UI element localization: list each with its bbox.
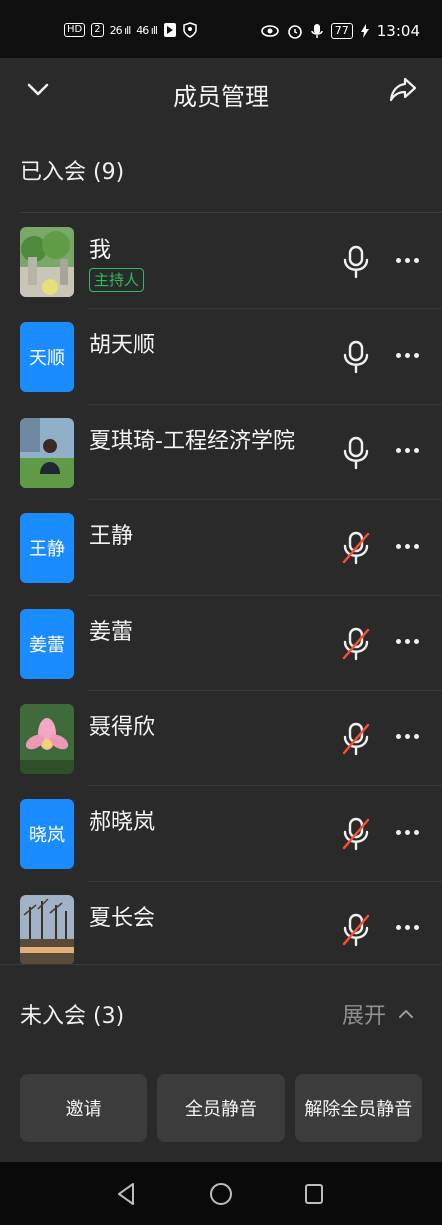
avatar	[20, 703, 74, 774]
back-triangle-icon	[118, 1183, 134, 1205]
divider	[0, 964, 442, 965]
member-list: 我 主持人 天顺 胡天顺 夏琪琦-工程经济学院 王静 王静 姜蕾 姜蕾 聂得欣 …	[0, 214, 442, 977]
member-name: 姜蕾	[89, 619, 134, 645]
more-button[interactable]	[392, 343, 422, 367]
mic-muted-icon	[342, 818, 370, 851]
member-row[interactable]: 姜蕾 姜蕾	[0, 596, 442, 691]
member-row[interactable]: 我 主持人	[0, 214, 442, 310]
chevron-up-icon	[399, 1010, 414, 1018]
clock: 13:04	[376, 22, 420, 40]
home-circle-icon	[210, 1183, 232, 1205]
mic-muted-icon	[342, 531, 370, 565]
avatar	[20, 227, 74, 297]
mic-toggle[interactable]	[341, 913, 371, 947]
member-name: 夏长会	[89, 905, 156, 931]
mic-toggle[interactable]	[341, 436, 371, 470]
mic-toggle[interactable]	[341, 817, 371, 851]
member-name: 聂得欣	[89, 714, 156, 740]
mic-toggle[interactable]	[341, 340, 371, 374]
mic-muted-icon	[342, 722, 370, 756]
not-joined-section-label: 未入会 (3)	[20, 1004, 125, 1029]
member-row[interactable]: 夏琪琦-工程经济学院	[0, 405, 442, 501]
status-left: HD 2 26 ıll 46 ıll	[64, 22, 197, 38]
more-button[interactable]	[392, 534, 422, 558]
member-row[interactable]: 天顺 胡天顺	[0, 309, 442, 405]
header: 成员管理	[0, 58, 442, 124]
recents-square-icon	[305, 1184, 323, 1204]
more-button[interactable]	[392, 630, 422, 654]
action-bar: 邀请 全员静音 解除全员静音	[20, 1074, 422, 1142]
avatar: 晓岚	[20, 799, 74, 870]
battery-indicator: 77	[330, 23, 353, 39]
avatar	[20, 894, 74, 965]
mic-icon	[343, 341, 369, 374]
avatar: 王静	[20, 513, 74, 584]
nav-back-button[interactable]	[112, 1180, 140, 1208]
member-row[interactable]: 聂得欣	[0, 691, 442, 787]
invite-button[interactable]: 邀请	[20, 1074, 148, 1142]
member-name: 我	[89, 238, 112, 263]
mic-toggle[interactable]	[341, 531, 371, 565]
more-button[interactable]	[392, 916, 422, 940]
expand-label: 展开	[342, 1004, 387, 1029]
mic-toggle[interactable]	[341, 627, 371, 661]
mic-icon	[343, 245, 369, 279]
avatar: 姜蕾	[20, 608, 74, 679]
mic-icon	[343, 436, 369, 469]
divider	[20, 212, 442, 213]
unmute-all-button[interactable]: 解除全员静音	[294, 1074, 422, 1142]
share-icon	[389, 77, 417, 102]
more-button[interactable]	[392, 439, 422, 463]
member-row[interactable]: 夏长会	[0, 882, 442, 977]
status-bar: HD 2 26 ıll 46 ıll 77 13:04	[0, 0, 442, 58]
expand-toggle[interactable]: 展开	[342, 998, 414, 1030]
member-name: 夏琪琦-工程经济学院	[89, 428, 295, 454]
status-right: 77 13:04	[260, 22, 420, 40]
mic-toggle[interactable]	[341, 245, 371, 279]
member-name: 郝晓岚	[89, 810, 156, 836]
avatar	[20, 417, 74, 488]
alarm-icon	[287, 25, 302, 39]
mic-muted-icon	[342, 913, 370, 946]
host-badge: 主持人	[89, 268, 145, 292]
member-row[interactable]: 晓岚 郝晓岚	[0, 786, 442, 882]
member-name: 王静	[89, 524, 134, 550]
more-button[interactable]	[392, 725, 422, 749]
mute-all-button[interactable]: 全员静音	[157, 1074, 285, 1142]
member-name: 胡天顺	[89, 333, 156, 359]
joined-section-label: 已入会 (9)	[20, 160, 125, 185]
nav-recents-button[interactable]	[300, 1180, 328, 1208]
share-button[interactable]	[386, 72, 420, 106]
avatar: 天顺	[20, 322, 74, 393]
hd-indicator: HD	[64, 23, 86, 37]
mic-toggle[interactable]	[341, 722, 371, 756]
shield-icon	[183, 22, 197, 38]
mic-muted-icon	[342, 627, 370, 660]
charging-icon	[360, 24, 369, 38]
page-title: 成员管理	[173, 83, 269, 111]
eye-icon	[260, 25, 279, 37]
signal-1-icon: 26 ıll	[109, 23, 132, 37]
app-notification-icon	[163, 23, 176, 37]
member-row[interactable]: 王静 王静	[0, 500, 442, 596]
more-button[interactable]	[392, 820, 422, 844]
system-nav-bar	[0, 1162, 442, 1225]
mic-status-icon	[311, 24, 323, 38]
signal-2-icon: 46 ıll	[136, 23, 158, 37]
volte-indicator: 2	[91, 23, 104, 37]
more-button[interactable]	[392, 248, 422, 272]
nav-home-button[interactable]	[207, 1180, 235, 1208]
